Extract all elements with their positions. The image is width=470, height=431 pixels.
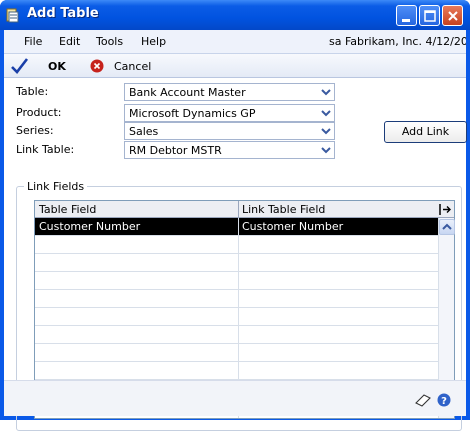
- table-row[interactable]: Customer Number Customer Number: [35, 218, 438, 236]
- grid-header: Table Field Link Table Field: [35, 201, 454, 218]
- checkmark-icon: [10, 57, 30, 78]
- series-dropdown[interactable]: Sales: [124, 122, 335, 140]
- table-label: Table:: [16, 85, 49, 98]
- link-fields-label: Link Fields: [24, 180, 88, 193]
- note-icon[interactable]: [414, 393, 432, 410]
- window-title: Add Table: [27, 6, 99, 21]
- table-dropdown[interactable]: Bank Account Master: [124, 83, 335, 101]
- ok-label: OK: [48, 60, 66, 73]
- header-table-field[interactable]: Table Field: [39, 203, 96, 216]
- action-bar: OK Cancel: [4, 54, 466, 78]
- table-row[interactable]: [35, 272, 438, 290]
- close-button[interactable]: [442, 5, 463, 26]
- link-table-label: Link Table:: [16, 143, 75, 156]
- menu-edit[interactable]: Edit: [59, 35, 80, 48]
- table-row[interactable]: [35, 344, 438, 362]
- menu-file[interactable]: File: [24, 35, 42, 48]
- scroll-up-icon[interactable]: [439, 219, 455, 235]
- header-divider[interactable]: [238, 201, 239, 218]
- scrollbar-track[interactable]: [440, 236, 454, 398]
- window-app-icon: [6, 7, 22, 23]
- cancel-button[interactable]: Cancel: [86, 56, 166, 76]
- window-frame-right: [466, 30, 470, 420]
- series-value: Sales: [129, 125, 159, 138]
- dropdown-arrow-icon[interactable]: [318, 142, 334, 158]
- header-link-table-field[interactable]: Link Table Field: [242, 203, 325, 216]
- menu-bar: File Edit Tools Help sa Fabrikam, Inc. 4…: [4, 30, 466, 54]
- menu-help[interactable]: Help: [141, 35, 166, 48]
- window-client: File Edit Tools Help sa Fabrikam, Inc. 4…: [4, 30, 467, 431]
- table-row[interactable]: [35, 236, 438, 254]
- expand-columns-icon[interactable]: [437, 201, 454, 218]
- table-row[interactable]: [35, 308, 438, 326]
- series-label: Series:: [16, 124, 54, 137]
- cell-link-table-field: Customer Number: [242, 220, 344, 233]
- ok-button[interactable]: OK: [8, 56, 76, 76]
- svg-text:?: ?: [441, 396, 447, 407]
- add-link-button[interactable]: Add Link: [384, 121, 467, 143]
- dropdown-arrow-icon[interactable]: [318, 84, 334, 100]
- maximize-button[interactable]: [419, 5, 440, 26]
- cancel-icon: [90, 59, 104, 76]
- link-table-value: RM Debtor MSTR: [129, 144, 222, 157]
- table-row[interactable]: [35, 290, 438, 308]
- product-value: Microsoft Dynamics GP: [129, 107, 256, 120]
- menu-tools[interactable]: Tools: [96, 35, 123, 48]
- product-dropdown[interactable]: Microsoft Dynamics GP: [124, 104, 335, 122]
- cell-table-field: Customer Number: [39, 220, 141, 233]
- table-row[interactable]: [35, 326, 438, 344]
- product-label: Product:: [16, 106, 62, 119]
- status-bar: ?: [4, 380, 466, 416]
- minimize-button[interactable]: [396, 5, 417, 26]
- table-value: Bank Account Master: [129, 86, 246, 99]
- add-table-window: Add Table File Edit Tools Help sa Fabrik…: [0, 0, 470, 431]
- company-info: sa Fabrikam, Inc. 4/12/2017: [329, 35, 466, 48]
- dropdown-arrow-icon[interactable]: [318, 123, 334, 139]
- cancel-label: Cancel: [114, 60, 152, 73]
- dropdown-arrow-icon[interactable]: [318, 105, 334, 121]
- link-table-dropdown[interactable]: RM Debtor MSTR: [124, 141, 335, 159]
- help-icon[interactable]: ?: [437, 393, 451, 410]
- title-bar[interactable]: Add Table: [0, 0, 470, 30]
- table-row[interactable]: [35, 254, 438, 272]
- table-row[interactable]: [35, 362, 438, 380]
